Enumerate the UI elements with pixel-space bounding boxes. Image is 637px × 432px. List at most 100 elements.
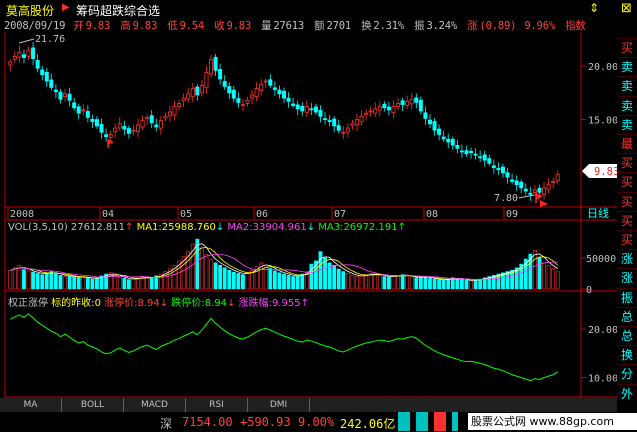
sidebar-button[interactable]: 最 — [617, 134, 637, 154]
candle-body — [542, 187, 547, 195]
index-change: +590.93 — [240, 415, 291, 429]
sidebar-button[interactable]: 买 — [617, 172, 637, 192]
candle-body — [167, 111, 172, 117]
candle-body — [391, 106, 396, 113]
candle-body — [409, 98, 414, 105]
candle-body — [364, 112, 369, 116]
volume-bar — [282, 273, 286, 290]
sidebar-button[interactable]: 买 — [617, 210, 637, 231]
candle-body — [300, 105, 305, 112]
candle-body — [496, 168, 501, 171]
sidebar-button[interactable]: 买 — [617, 38, 637, 58]
indicator-legend: 权正涨停 标的昨收:0 涨停价:8.94↓ 跌停价:8.94↓ 涨跌幅:9.95… — [8, 298, 309, 309]
tab-boll[interactable]: BOLL — [62, 398, 124, 412]
candle-body — [190, 88, 195, 97]
candle-body — [405, 100, 410, 106]
volume-bar — [117, 276, 122, 290]
sidebar-button[interactable]: 外 — [617, 383, 637, 404]
candle-body — [514, 180, 519, 186]
volume-bar — [464, 279, 469, 290]
candle-body — [213, 56, 218, 71]
sidebar-button[interactable]: 涨 — [617, 249, 637, 269]
low-marker-line — [518, 194, 535, 199]
candle-body — [53, 89, 58, 93]
volume-bar — [268, 268, 273, 290]
volume-bar — [40, 274, 45, 290]
tab-macd[interactable]: MACD — [124, 398, 186, 412]
candle-body — [81, 109, 86, 112]
sidebar-button[interactable]: 卖 — [617, 76, 637, 96]
volume-bar — [295, 275, 300, 290]
tab-ma[interactable]: MA — [0, 398, 62, 412]
volume-bar — [17, 265, 22, 290]
sidebar-button[interactable]: 振 — [617, 287, 637, 308]
sidebar-button[interactable]: 总 — [617, 326, 637, 346]
y-tick-label: 15.00 — [588, 116, 617, 127]
candle-body — [272, 87, 277, 90]
candle-body — [222, 81, 227, 87]
volume-bar — [122, 278, 127, 290]
month-label: 04 — [102, 209, 114, 220]
indicator-title: 权正涨停 — [8, 298, 48, 309]
candle-body — [131, 129, 136, 132]
candle-body — [113, 127, 118, 133]
volume-bar — [131, 278, 136, 290]
candle-body — [49, 79, 54, 88]
candle-body — [505, 172, 510, 178]
volume-bar — [418, 276, 423, 290]
sidebar-button[interactable]: 买 — [617, 153, 637, 173]
volume-bar — [332, 265, 337, 290]
volume-bar — [542, 262, 546, 290]
sidebar-button[interactable]: 分 — [617, 364, 637, 384]
sidebar-button[interactable]: 总 — [617, 306, 637, 327]
candle-body — [236, 98, 241, 103]
volume-bar — [90, 278, 95, 290]
volume-bar — [400, 274, 405, 290]
sidebar-button[interactable]: 卖 — [617, 95, 637, 116]
ind-limit-up: 8.94 — [137, 298, 160, 309]
volume-bar — [286, 274, 291, 290]
candle-body — [400, 100, 405, 105]
month-label: 08 — [426, 209, 438, 220]
sidebar-button[interactable]: 买 — [617, 230, 637, 250]
volume-bar — [373, 273, 378, 290]
candle-body — [318, 110, 323, 117]
candle-body — [12, 56, 17, 60]
candle-body — [519, 181, 524, 189]
vol-ma1: 25988.760 — [161, 222, 216, 233]
close-icon[interactable]: ⊠ — [621, 1, 632, 16]
period-label[interactable]: 日线 — [587, 206, 609, 220]
sidebar-button[interactable]: 卖 — [617, 57, 637, 77]
volume-bar — [95, 277, 99, 290]
candle-body — [336, 125, 341, 131]
volume-bar — [81, 276, 86, 290]
vol-tick-label: 0 — [586, 285, 592, 296]
volume-bar — [309, 263, 314, 290]
candle-body — [126, 128, 131, 134]
volume-bar — [31, 271, 35, 290]
volume-bar — [469, 280, 473, 290]
volume-bar — [54, 273, 58, 290]
tab-dmi[interactable]: DMI — [248, 398, 310, 412]
candle-body — [227, 86, 232, 94]
tab-rsi[interactable]: RSI — [186, 398, 248, 412]
volume-bar — [222, 267, 227, 290]
market-label: 深 — [160, 417, 173, 431]
volume-bar — [199, 247, 204, 290]
sidebar-button[interactable]: 涨 — [617, 268, 637, 288]
volume-bar — [241, 274, 245, 290]
chart-area[interactable]: 20.0015.0010.00 21.76 7.80 9.83 20080405… — [0, 0, 617, 398]
sidebar-button[interactable]: 卖 — [617, 114, 637, 135]
candle-body — [523, 188, 528, 192]
volume-bar — [323, 257, 327, 290]
volume-bar — [76, 277, 81, 290]
candle-body — [418, 99, 423, 112]
sidebar-button[interactable]: 换 — [617, 345, 637, 365]
candle-body — [231, 89, 236, 99]
candle-body — [473, 153, 478, 156]
volume-bar — [145, 276, 150, 290]
volume-bar — [12, 267, 17, 290]
sidebar-button[interactable]: 买 — [617, 191, 637, 212]
month-label: 09 — [506, 209, 518, 220]
ind-tick-label: 10.00 — [588, 373, 617, 384]
